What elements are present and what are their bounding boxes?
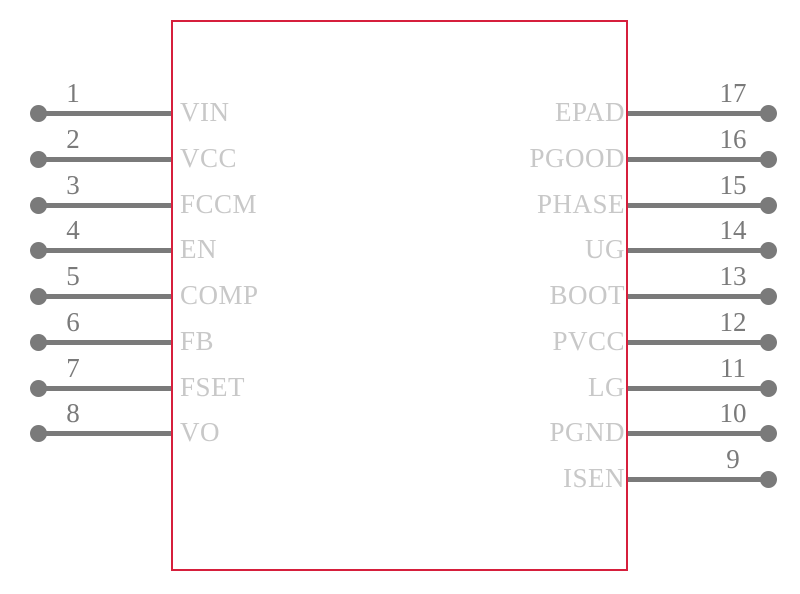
pin-terminal-dot[interactable] — [759, 424, 777, 442]
pin-line — [628, 385, 768, 391]
pin-terminal-dot[interactable] — [759, 150, 777, 168]
pin-line — [38, 430, 171, 436]
pin-line — [38, 385, 171, 391]
pin-label-pvcc: PVCC — [552, 326, 625, 356]
pin-label-lg: LG — [588, 372, 625, 402]
pin-number-4: 4 — [66, 215, 80, 245]
pin-label-vcc: VCC — [180, 143, 238, 173]
pin-label-boot: BOOT — [549, 280, 625, 310]
pin-number-1: 1 — [66, 78, 80, 108]
pin-label-fccm: FCCM — [180, 189, 258, 219]
pin-number-5: 5 — [66, 261, 80, 291]
pin-number-17: 17 — [719, 78, 747, 108]
pin-number-7: 7 — [66, 353, 80, 383]
pin-number-16: 16 — [719, 124, 747, 154]
pin-line — [628, 247, 768, 253]
pin-label-pgnd: PGND — [549, 417, 625, 447]
pin-terminal-dot[interactable] — [759, 470, 777, 488]
pin-label-ug: UG — [585, 234, 625, 264]
pin-line — [628, 110, 768, 116]
pin-line — [38, 247, 171, 253]
pin-label-vo: VO — [180, 417, 220, 447]
pin-number-6: 6 — [66, 307, 80, 337]
pin-line — [628, 156, 768, 162]
pin-number-9: 9 — [726, 444, 740, 474]
pin-line — [38, 293, 171, 299]
pin-label-vin: VIN — [180, 97, 230, 127]
schematic-symbol-canvas: 1 VIN 2 VCC 3 FCCM 4 EN 5 COMP 6 FB 7 FSET 8 VO 17 EPAD 1… — [0, 0, 800, 594]
pin-terminal-dot[interactable] — [759, 379, 777, 397]
pin-terminal-dot[interactable] — [759, 333, 777, 351]
pin-line — [38, 110, 171, 116]
pin-number-12: 12 — [719, 307, 747, 337]
pin-label-epad: EPAD — [554, 97, 625, 127]
pin-line — [38, 156, 171, 162]
pin-terminal-dot[interactable] — [759, 241, 777, 259]
pin-terminal-dot[interactable] — [759, 196, 777, 214]
pin-label-fb: FB — [180, 326, 215, 356]
pin-label-pgood: PGOOD — [529, 143, 625, 173]
pin-line — [628, 202, 768, 208]
pin-line — [628, 430, 768, 436]
pin-number-13: 13 — [719, 261, 747, 291]
pin-number-3: 3 — [66, 170, 80, 200]
pin-label-isen: ISEN — [563, 463, 625, 493]
pin-line — [628, 293, 768, 299]
pin-number-10: 10 — [719, 398, 747, 428]
pin-label-phase: PHASE — [536, 189, 625, 219]
pin-terminal-dot[interactable] — [759, 104, 777, 122]
pin-line — [628, 339, 768, 345]
pin-label-comp: COMP — [180, 280, 259, 310]
pin-number-15: 15 — [719, 170, 747, 200]
pin-label-fset: FSET — [180, 372, 246, 402]
pin-number-8: 8 — [66, 398, 80, 428]
pin-number-14: 14 — [719, 215, 747, 245]
pin-line — [38, 339, 171, 345]
pin-line — [628, 476, 768, 482]
pin-number-11: 11 — [720, 353, 746, 383]
pin-terminal-dot[interactable] — [759, 287, 777, 305]
pin-line — [38, 202, 171, 208]
pin-number-2: 2 — [66, 124, 80, 154]
pin-label-en: EN — [180, 234, 217, 264]
